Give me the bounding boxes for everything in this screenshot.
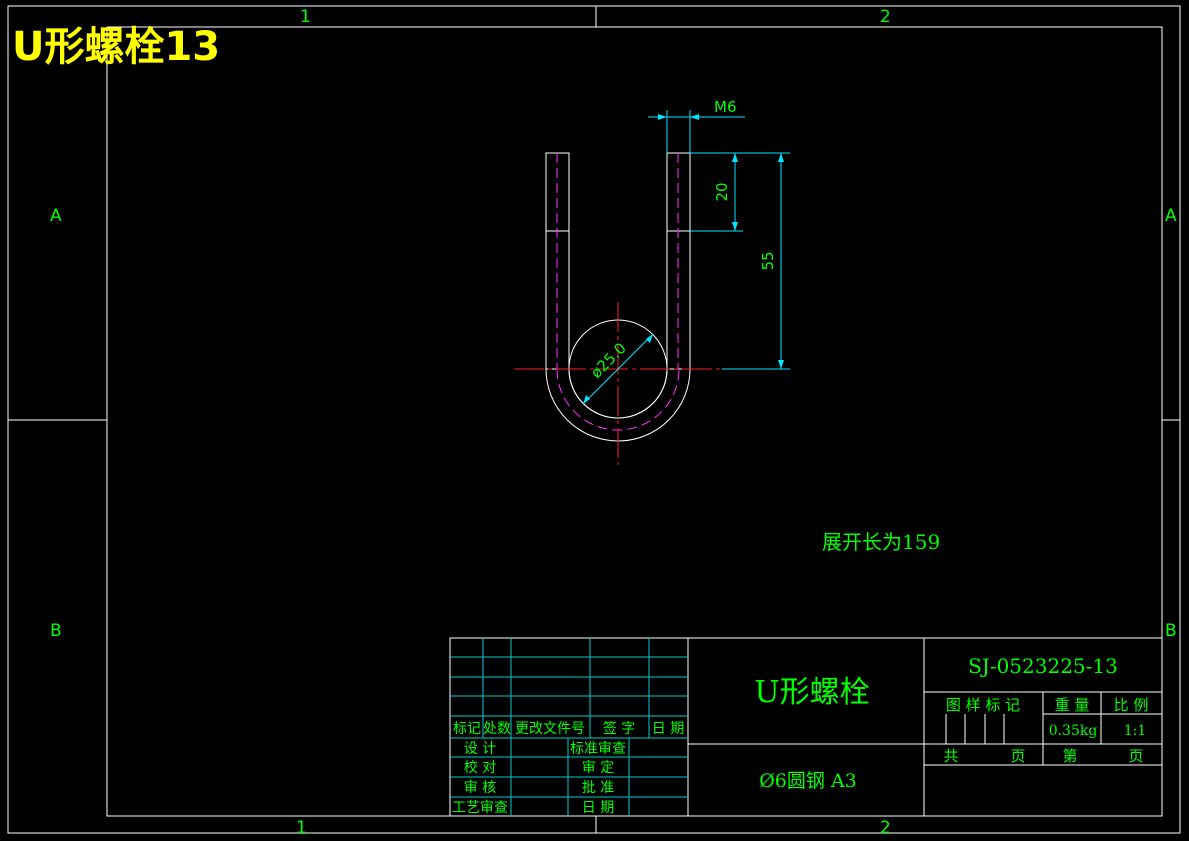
- drawing-number: SJ-0523225-13: [968, 654, 1118, 678]
- dim-55-arrow-bottom: [778, 360, 784, 369]
- dim-55-arrow-top: [778, 153, 784, 162]
- sig-approve: 批 准: [582, 780, 614, 796]
- u-bolt-drawing: [514, 152, 722, 465]
- dia-arrow-bottom: [583, 395, 590, 404]
- sig-design: 设 计: [464, 741, 496, 757]
- sig-check: 校 对: [464, 759, 496, 776]
- sig-review: 审 核: [464, 780, 496, 796]
- title-overlay: U形螺栓13: [12, 24, 220, 70]
- rev-header-file: 更改文件号: [515, 721, 585, 737]
- sig-date: 日 期: [582, 800, 614, 816]
- zone-label-2-top: 2: [880, 7, 891, 27]
- dim-55: 55: [759, 251, 777, 270]
- rev-header-mark: 标记: [453, 721, 481, 737]
- sheet-total-unit: 页: [1010, 747, 1025, 765]
- zone-label-1-top: 1: [300, 7, 311, 27]
- dimensions: M6 20 55 ø25.0: [582, 98, 790, 405]
- drawing-sheet: 1 2 1 2 A A B B U形螺栓13 M6 20 55 ø25.0 展开…: [7, 5, 1181, 838]
- material: Ø6圆钢 A3: [759, 770, 857, 792]
- m6-arrow-left: [658, 114, 667, 120]
- weight-label: 重 量: [1055, 696, 1090, 714]
- zone-label-b-right: B: [1165, 621, 1177, 641]
- zone-label-b-left: B: [50, 621, 62, 641]
- zone-label-a-right: A: [1165, 206, 1177, 226]
- dim-m6: M6: [714, 98, 737, 116]
- zone-label-1-bottom: 1: [296, 818, 307, 838]
- rev-header-count: 处数: [483, 721, 511, 737]
- scale-value: 1:1: [1124, 723, 1147, 739]
- zone-label-a-left: A: [50, 206, 62, 226]
- sheet-no-unit: 页: [1128, 747, 1143, 765]
- rev-header-date: 日 期: [652, 721, 684, 737]
- sheet-no-label: 第: [1062, 747, 1077, 765]
- sheet-total-label: 共: [943, 747, 958, 765]
- unfold-length-note: 展开长为159: [822, 530, 940, 554]
- scale-label: 比 例: [1114, 696, 1149, 714]
- part-name: U形螺栓: [754, 675, 869, 710]
- dim-20-arrow-top: [732, 153, 738, 162]
- zone-label-2-bottom: 2: [880, 818, 891, 838]
- sig-standard: 标准审查: [570, 741, 626, 757]
- sig-approve-set: 审 定: [582, 760, 614, 776]
- sig-process: 工艺审查: [452, 800, 508, 816]
- rev-header-sign: 签 字: [603, 720, 635, 737]
- dim-diameter: ø25.0: [587, 339, 630, 382]
- sample-mark-label: 图 样 标 记: [946, 696, 1020, 714]
- dim-20: 20: [713, 182, 731, 201]
- dim-20-arrow-bottom: [732, 222, 738, 231]
- weight-value: 0.35kg: [1049, 723, 1098, 739]
- dia-arrow-top: [646, 334, 653, 343]
- m6-arrow-right: [690, 114, 699, 120]
